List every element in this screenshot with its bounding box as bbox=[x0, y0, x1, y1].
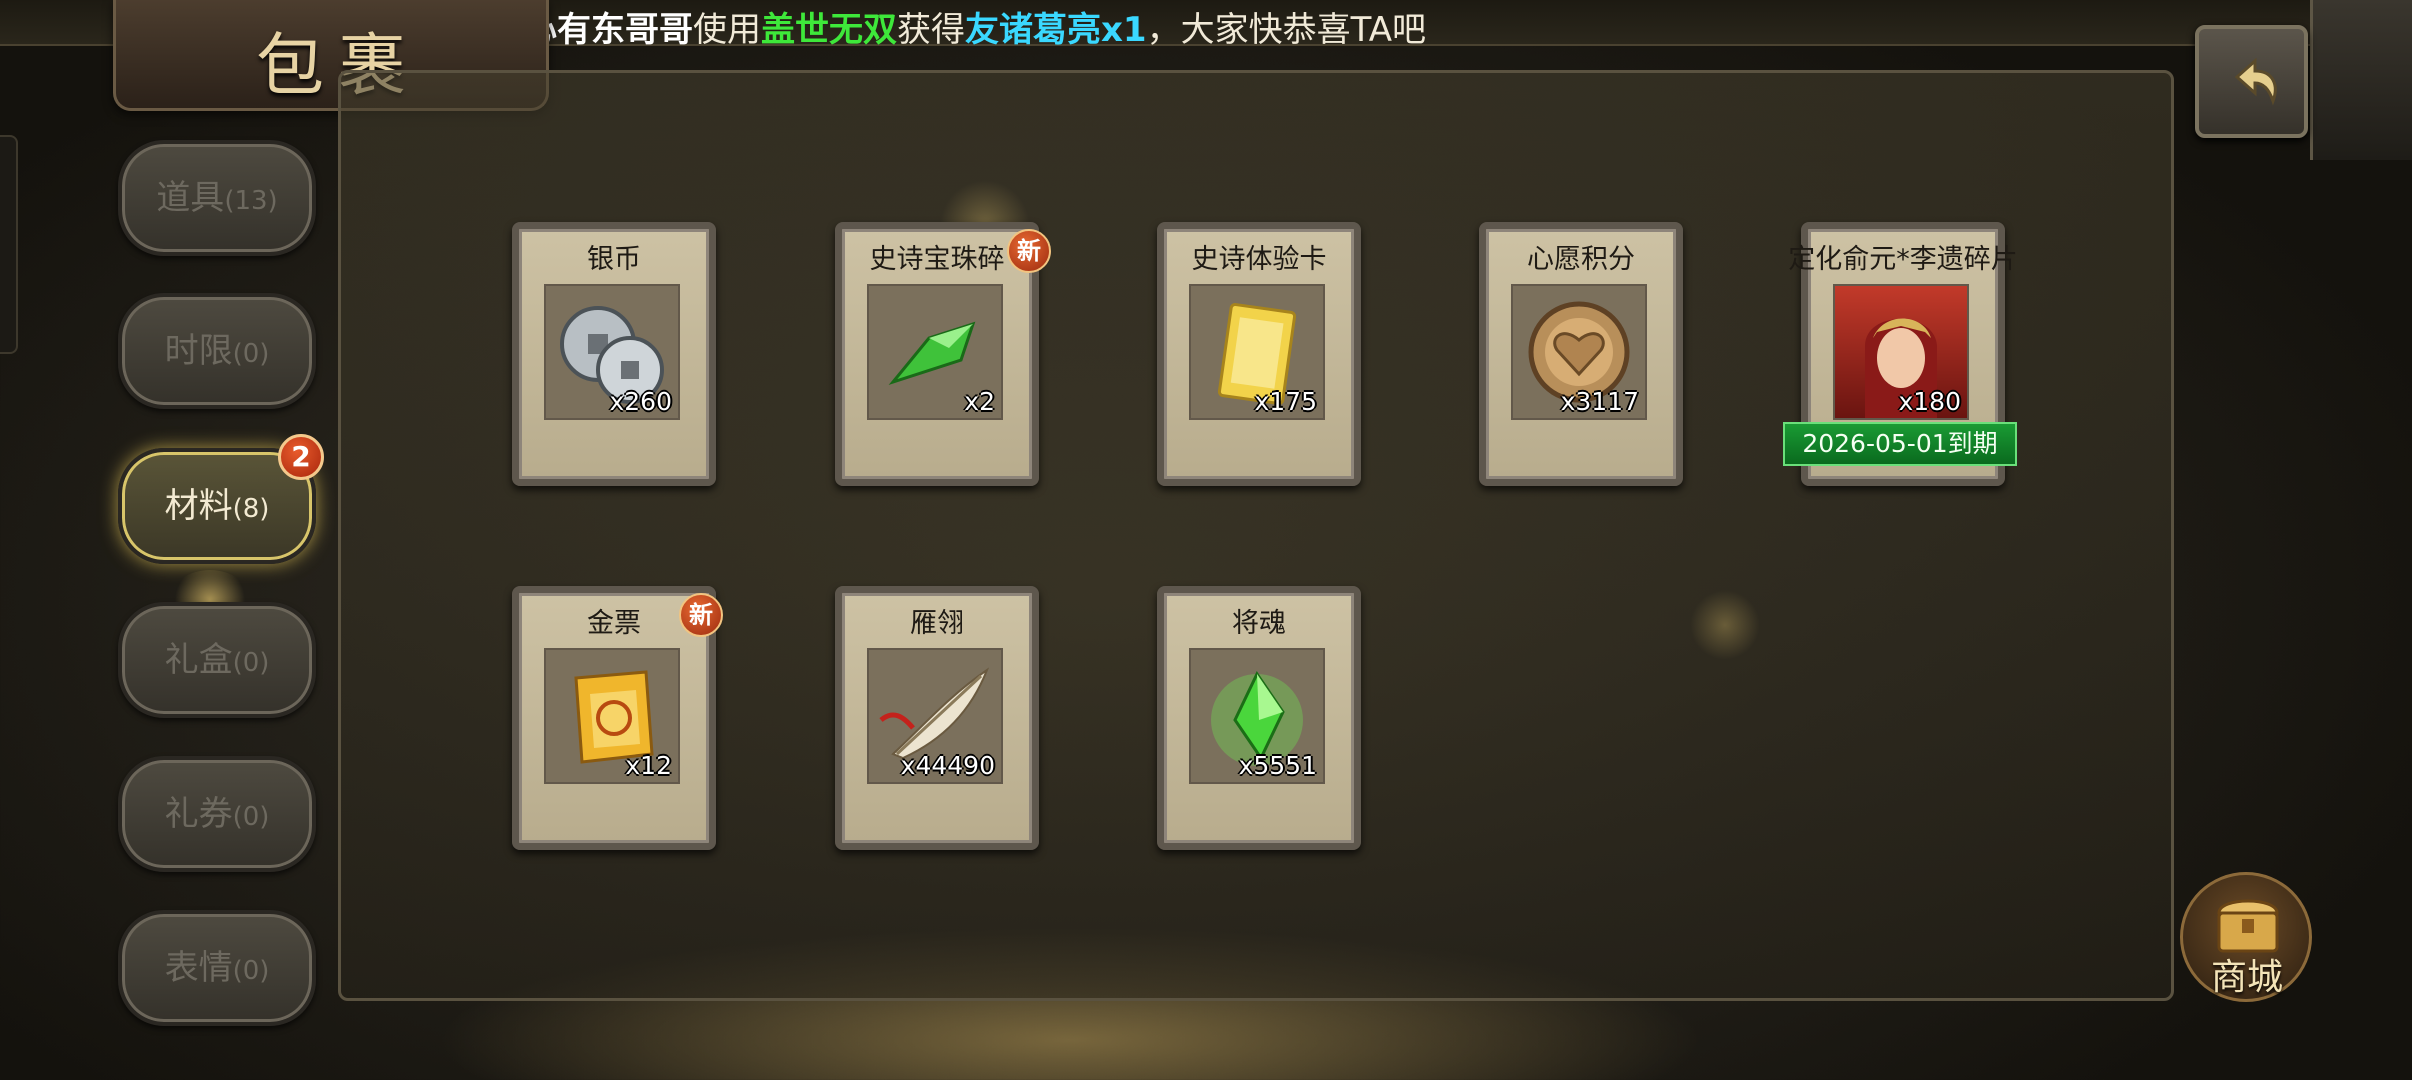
tab-items[interactable]: 道具(13) bbox=[118, 140, 316, 256]
item-quantity: x175 bbox=[1254, 387, 1317, 416]
item-name: 心愿积分 bbox=[1527, 244, 1635, 275]
announcement-reward: 友诸葛亮x1 bbox=[965, 10, 1147, 50]
item-quantity: x3117 bbox=[1560, 387, 1639, 416]
tab-gift-boxes[interactable]: 礼盒(0) bbox=[118, 602, 316, 718]
tab-label: 道具 bbox=[156, 178, 225, 218]
item-card-wish-points[interactable]: 心愿积分 x3117 bbox=[1479, 222, 1683, 486]
side-drawer-handle[interactable] bbox=[0, 135, 18, 354]
tab-count: (0) bbox=[232, 802, 270, 832]
tab-count: (0) bbox=[232, 648, 270, 678]
tab-count: (13) bbox=[224, 186, 278, 216]
announcement-verb: 使用 bbox=[693, 10, 761, 50]
back-button[interactable] bbox=[2195, 25, 2308, 138]
item-name: 雁翎 bbox=[910, 608, 964, 639]
inventory-panel bbox=[338, 70, 2174, 1001]
item-quantity: x44490 bbox=[900, 751, 995, 780]
item-name: 定化俞元*李遗碎片 bbox=[1788, 244, 2018, 275]
item-card-gold-ticket[interactable]: 金票 x12 新 bbox=[512, 586, 723, 850]
announcement-suffix: ，大家快恭喜TA吧 bbox=[1146, 10, 1426, 50]
item-quantity: x260 bbox=[609, 387, 672, 416]
tab-label: 时限 bbox=[164, 331, 233, 371]
back-arrow-icon bbox=[2234, 57, 2277, 106]
tab-coupons[interactable]: 礼券(0) bbox=[118, 756, 316, 872]
item-name: 银币 bbox=[587, 244, 641, 275]
item-card-epic-orb-shard[interactable]: 史诗宝珠碎 x2 新 bbox=[835, 222, 1051, 486]
item-card-silver-coin[interactable]: 银币 x260 bbox=[512, 222, 716, 486]
heart-coin-icon: x3117 bbox=[1511, 284, 1647, 420]
announcement-text: 玩家心有东哥哥使用盖世无双获得友诸葛亮x1，大家快恭喜TA吧 bbox=[455, 2, 1426, 51]
item-quantity: x5551 bbox=[1238, 751, 1317, 780]
item-card-epic-trial-card[interactable]: 史诗体验卡 x175 bbox=[1157, 222, 1361, 486]
gold-scroll-icon: x12 bbox=[544, 648, 680, 784]
tab-count: (8) bbox=[232, 494, 270, 524]
item-card-feather[interactable]: 雁翎 x44490 bbox=[835, 586, 1039, 850]
hero-portrait-icon: x180 bbox=[1833, 284, 1969, 420]
tab-count: (0) bbox=[232, 339, 270, 369]
tab-label: 表情 bbox=[164, 948, 233, 988]
new-badge: 新 bbox=[679, 593, 723, 637]
item-quantity: x180 bbox=[1898, 387, 1961, 416]
silver-coin-icon: x260 bbox=[544, 284, 680, 420]
tab-count: (0) bbox=[232, 956, 270, 986]
new-badge: 新 bbox=[1007, 229, 1051, 273]
expiry-label: 2026-05-01到期 bbox=[1783, 422, 2017, 466]
feather-icon: x44490 bbox=[867, 648, 1003, 784]
tab-emotes[interactable]: 表情(0) bbox=[118, 910, 316, 1026]
tab-label: 礼券 bbox=[164, 794, 233, 834]
item-card-general-soul[interactable]: 将魂 x5551 bbox=[1157, 586, 1361, 850]
item-quantity: x12 bbox=[625, 751, 672, 780]
notification-badge: 2 bbox=[278, 434, 324, 480]
item-quantity: x2 bbox=[964, 387, 995, 416]
tab-timed[interactable]: 时限(0) bbox=[118, 293, 316, 409]
item-name: 将魂 bbox=[1232, 608, 1286, 639]
gold-card-icon: x175 bbox=[1189, 284, 1325, 420]
announcement-item: 盖世无双 bbox=[761, 10, 897, 50]
shop-label: 商城 bbox=[2210, 957, 2283, 998]
green-crystal-icon: x5551 bbox=[1189, 648, 1325, 784]
announcement-verb2: 获得 bbox=[897, 10, 965, 50]
green-shard-icon: x2 bbox=[867, 284, 1003, 420]
corner-decoration bbox=[2310, 0, 2412, 160]
tab-label: 材料 bbox=[164, 486, 233, 526]
tab-label: 礼盒 bbox=[164, 640, 233, 680]
item-name: 史诗体验卡 bbox=[1191, 244, 1327, 275]
